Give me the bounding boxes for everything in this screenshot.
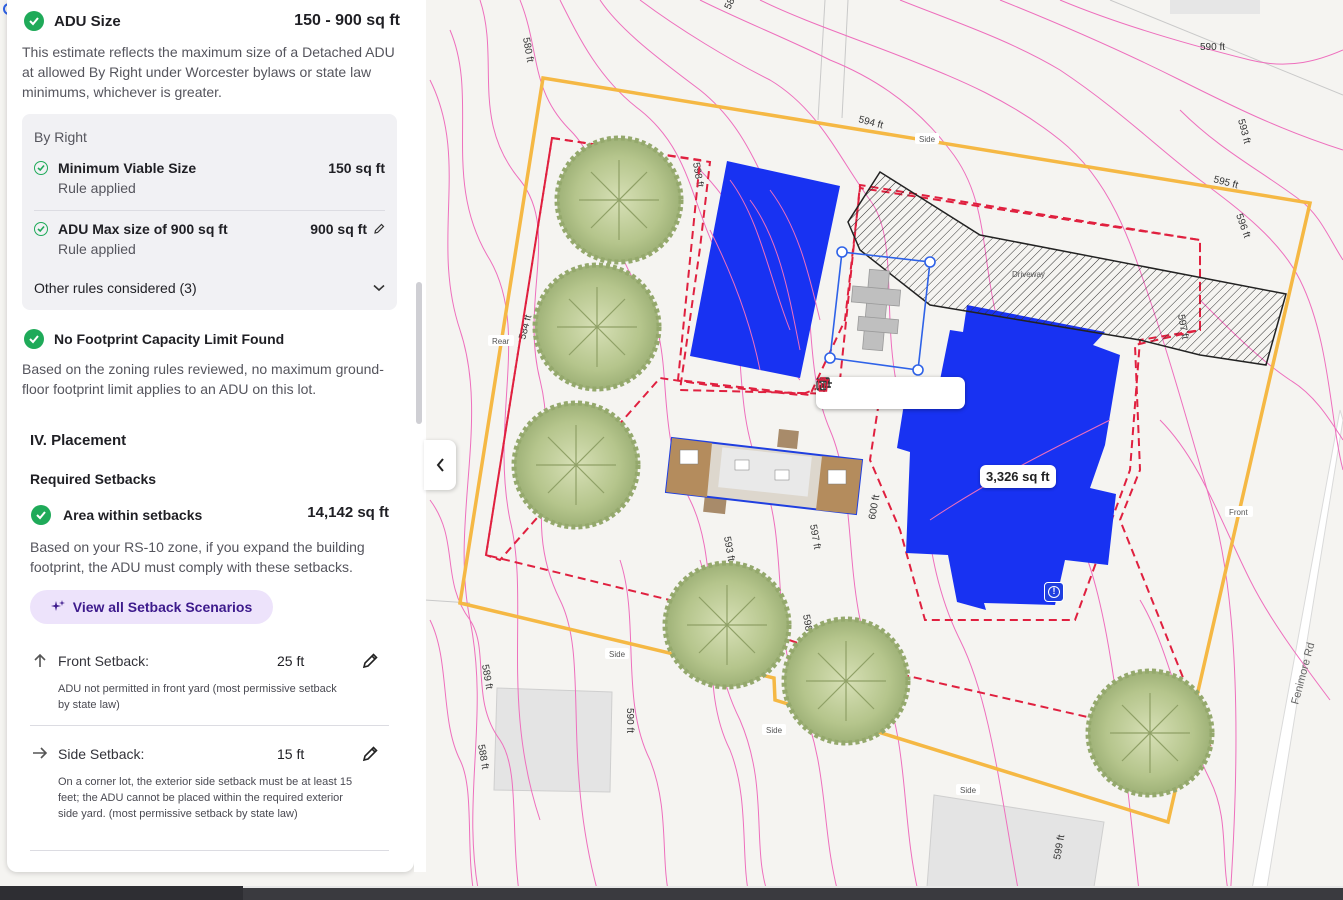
adu-size-header: ADU Size: [24, 11, 121, 31]
rule-status: Rule applied: [58, 180, 136, 196]
required-setbacks-title: Required Setbacks: [30, 471, 157, 487]
building-area-label: 3,326 sq ft: [980, 465, 1056, 488]
adu-size-title: ADU Size: [54, 12, 121, 30]
check-circle-icon: [24, 329, 44, 349]
object-toolbar: [816, 377, 965, 409]
other-rules-toggle[interactable]: Other rules considered (3): [34, 280, 385, 296]
neighbor-building: [1170, 0, 1260, 14]
svg-text:593 ft: 593 ft: [1235, 118, 1252, 145]
rule-status: Rule applied: [58, 241, 136, 257]
placement-section-title: IV. Placement: [30, 432, 127, 449]
bottom-bar: [0, 886, 1343, 900]
info-badge-icon[interactable]: !: [1044, 582, 1064, 602]
neighbor-building: [925, 794, 1105, 900]
adu-footprint[interactable]: [690, 161, 840, 378]
rule-value: 900 sq ft: [310, 221, 367, 237]
front-setback-label: Front Setback:: [58, 653, 150, 669]
divider: [34, 210, 385, 211]
pencil-icon[interactable]: [361, 652, 379, 670]
svg-text:Front: Front: [1229, 508, 1248, 517]
front-setback-value: 25 ft: [277, 653, 305, 669]
side-setback-value: 15 ft: [277, 746, 305, 762]
svg-text:600 ft: 600 ft: [867, 494, 882, 521]
footprint-description: Based on the zoning rules reviewed, no m…: [22, 361, 384, 397]
svg-text:Side: Side: [766, 726, 783, 735]
driveway-label: Driveway: [1012, 270, 1045, 279]
duplicate-icon[interactable]: [816, 377, 926, 405]
adu-size-value: 150 - 900 sq ft: [294, 12, 400, 29]
svg-text:Side: Side: [919, 135, 936, 144]
other-rules-label: Other rules considered (3): [34, 280, 197, 296]
check-circle-icon: [34, 222, 48, 236]
svg-text:590 ft: 590 ft: [1200, 42, 1225, 53]
svg-text:590 ft: 590 ft: [624, 708, 635, 733]
front-setback-note: ADU not permitted in front yard (most pe…: [58, 683, 337, 711]
check-circle-icon: [34, 161, 48, 175]
divider: [30, 725, 389, 726]
area-description: Based on your RS-10 zone, if you expand …: [30, 539, 365, 575]
svg-text:596 ft: 596 ft: [1233, 212, 1252, 239]
svg-text:583 ft: 583 ft: [723, 0, 744, 11]
panel-scrollbar[interactable]: [414, 0, 426, 872]
rule-item: ADU Max size of 900 sq ft: [34, 221, 228, 237]
rule-value-row: 900 sq ft: [310, 221, 385, 237]
details-panel: ADU Size 150 - 900 sq ft This estimate r…: [7, 0, 414, 872]
collapse-panel-button[interactable]: [424, 440, 456, 490]
rule-value: 150 sq ft: [328, 160, 385, 176]
rule-item: Minimum Viable Size: [34, 160, 196, 176]
svg-text:593 ft: 593 ft: [721, 536, 736, 563]
side-setback-note: On a corner lot, the exterior side setba…: [58, 776, 353, 820]
area-within-setbacks: Area within setbacks: [31, 505, 202, 525]
rule-name: Minimum Viable Size: [58, 160, 197, 176]
area-label: Area within setbacks: [63, 507, 203, 523]
align-dropdown[interactable]: [816, 377, 895, 405]
rule-name: ADU Max size of 900 sq ft: [58, 221, 228, 237]
arrow-up-icon: [34, 653, 46, 667]
svg-text:588 ft: 588 ft: [475, 744, 490, 771]
svg-text:Side: Side: [609, 650, 626, 659]
delete-icon[interactable]: [817, 377, 957, 405]
svg-text:Rear: Rear: [492, 337, 510, 346]
chevron-left-icon: [436, 458, 444, 472]
by-right-heading: By Right: [34, 129, 87, 145]
check-circle-icon: [31, 505, 51, 525]
svg-text:597 ft: 597 ft: [807, 524, 822, 551]
chevron-down-icon: [373, 284, 385, 292]
rules-box: By Right Minimum Viable Size Rule applie…: [22, 114, 397, 310]
footprint-title: No Footprint Capacity Limit Found: [54, 331, 285, 347]
pencil-icon[interactable]: [373, 223, 385, 235]
view-all-setbacks-button[interactable]: View all Setback Scenarios: [30, 590, 273, 624]
svg-text:Side: Side: [960, 786, 977, 795]
panel-scrollbar-thumb[interactable]: [416, 282, 422, 424]
svg-text:589 ft: 589 ft: [479, 664, 494, 691]
arrow-right-icon: [33, 747, 48, 759]
pencil-icon[interactable]: [361, 745, 379, 763]
divider: [30, 850, 389, 851]
check-circle-icon: [24, 11, 44, 31]
main-building[interactable]: [897, 305, 1120, 610]
footprint-header: No Footprint Capacity Limit Found: [24, 329, 284, 349]
view-all-setbacks-label: View all Setback Scenarios: [72, 599, 253, 615]
area-value: 14,142 sq ft: [307, 504, 389, 521]
sparkle-icon: [50, 600, 65, 611]
adu-size-description: This estimate reflects the maximum size …: [22, 44, 395, 100]
adu-floorplan[interactable]: [664, 429, 864, 516]
side-setback-label: Side Setback:: [58, 746, 145, 762]
svg-text:580 ft: 580 ft: [520, 37, 535, 64]
